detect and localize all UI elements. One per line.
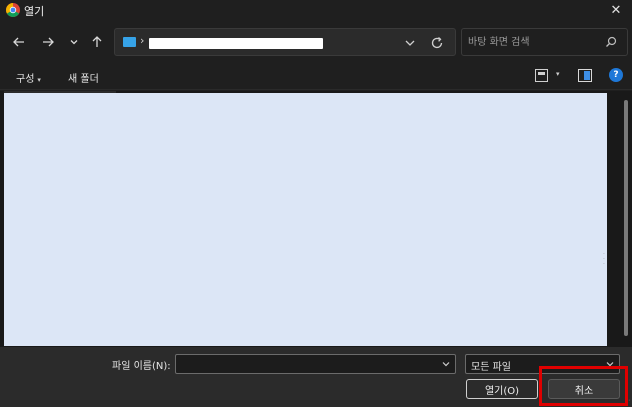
search-input[interactable] (468, 35, 598, 50)
arrow-right-icon (43, 37, 54, 47)
folder-icon (123, 37, 136, 47)
preview-pane-icon[interactable] (578, 69, 592, 82)
back-button[interactable] (8, 31, 30, 53)
help-icon[interactable]: ? (609, 68, 623, 82)
chevron-down-icon (70, 40, 78, 45)
search-icon (606, 36, 617, 47)
address-path-redacted (149, 38, 323, 49)
organize-button[interactable]: 구성 ▾ (16, 70, 41, 85)
new-folder-button[interactable]: 새 폴더 (68, 70, 99, 85)
open-button[interactable]: 열기(O) (466, 379, 538, 399)
filename-combobox[interactable] (175, 354, 456, 374)
file-list-pane[interactable] (4, 93, 607, 346)
chevron-down-icon (606, 362, 614, 367)
forward-button[interactable] (37, 31, 59, 53)
up-button[interactable] (86, 31, 108, 53)
search-box[interactable] (461, 28, 628, 56)
path-separator: › (140, 34, 145, 47)
splitter-handle[interactable]: · · · (603, 252, 606, 270)
caret-down-icon: ▾ (37, 76, 41, 84)
window-title: 열기 (24, 5, 45, 18)
filetype-value: 모든 파일 (471, 362, 511, 373)
filename-input[interactable] (180, 357, 430, 371)
resize-grip[interactable]: ⋰ (624, 399, 630, 406)
filename-label: 파일 이름(N): (112, 361, 171, 372)
organize-label: 구성 (16, 74, 35, 85)
arrow-up-icon (92, 36, 102, 47)
title-bar: 열기 ✕ (0, 0, 632, 20)
change-view-icon[interactable] (535, 69, 548, 82)
filetype-dropdown[interactable]: 모든 파일 (465, 354, 620, 374)
chevron-down-icon[interactable] (440, 358, 452, 370)
navigation-bar: › (0, 20, 632, 64)
close-button[interactable]: ✕ (606, 0, 626, 20)
command-toolbar: 구성 ▾ 새 폴더 ▾ ? (0, 64, 632, 90)
caret-down-icon[interactable]: ▾ (556, 70, 560, 78)
recent-locations-button[interactable] (63, 31, 85, 53)
chevron-down-icon[interactable] (403, 36, 417, 50)
address-bar[interactable]: › (114, 28, 456, 56)
cancel-button[interactable]: 취소 (548, 379, 620, 399)
refresh-icon[interactable] (429, 35, 445, 51)
close-icon: ✕ (610, 2, 622, 18)
bottom-panel: 파일 이름(N): 모든 파일 열기(O) 취소 ⋰ (0, 347, 632, 407)
vertical-scrollbar[interactable] (624, 100, 628, 336)
arrow-left-icon (13, 37, 24, 47)
chrome-icon (6, 3, 20, 17)
